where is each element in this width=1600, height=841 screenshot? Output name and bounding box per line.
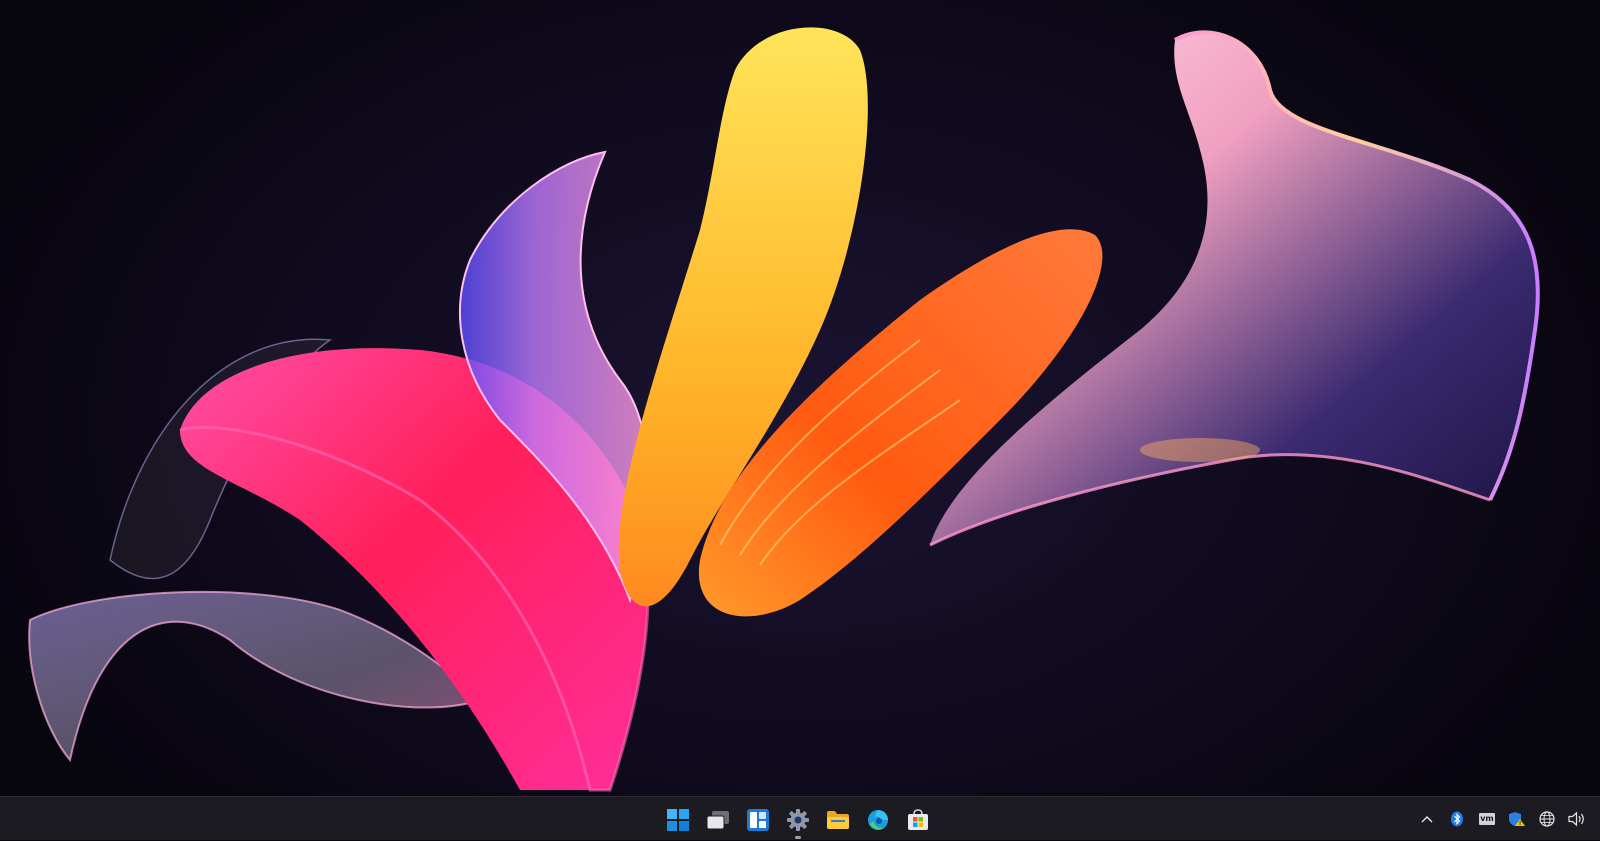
settings-app-button[interactable] <box>778 800 818 840</box>
gear-icon <box>787 809 809 831</box>
widgets-button[interactable] <box>738 800 778 840</box>
bluetooth-icon <box>1451 811 1463 827</box>
file-explorer-button[interactable] <box>818 800 858 840</box>
task-view-icon <box>706 811 729 830</box>
chevron-up-icon <box>1421 816 1433 823</box>
start-button[interactable] <box>658 800 698 840</box>
store-bag-icon <box>908 809 928 830</box>
windows-logo-icon <box>667 809 689 831</box>
edge-browser-button[interactable] <box>858 800 898 840</box>
running-indicator <box>795 836 801 839</box>
desktop[interactable] <box>0 0 1600 796</box>
security-shield-icon <box>1509 812 1525 826</box>
volume-tray-button[interactable] <box>1562 804 1592 834</box>
taskbar: vm <box>0 796 1600 840</box>
show-hidden-icons-button[interactable] <box>1412 804 1442 834</box>
network-globe-icon <box>1539 811 1555 827</box>
speaker-icon <box>1568 811 1584 827</box>
network-tray-button[interactable] <box>1532 804 1562 834</box>
system-tray: vm <box>1412 797 1592 841</box>
taskbar-apps <box>658 797 938 841</box>
bluetooth-tray-button[interactable] <box>1442 804 1472 834</box>
microsoft-store-button[interactable] <box>898 800 938 840</box>
vm-icon: vm <box>1479 813 1495 825</box>
folder-icon <box>827 811 849 829</box>
wallpaper-image <box>28 27 1540 792</box>
widgets-icon <box>747 809 769 831</box>
security-tray-button[interactable] <box>1502 804 1532 834</box>
task-view-button[interactable] <box>698 800 738 840</box>
vm-tray-button[interactable]: vm <box>1472 804 1502 834</box>
edge-icon <box>868 810 888 830</box>
